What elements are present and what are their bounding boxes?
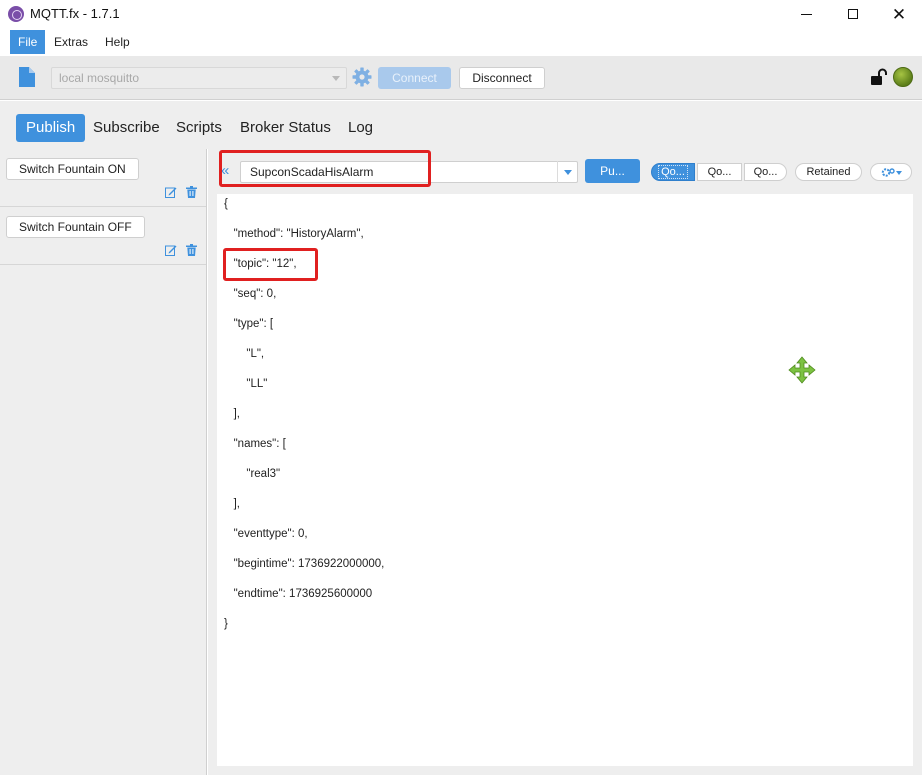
unlock-icon <box>871 68 887 85</box>
payload-line: "seq": 0, <box>224 288 277 300</box>
saved-publish-button[interactable]: Switch Fountain OFF <box>6 216 145 238</box>
connection-profile-value: local mosquitto <box>59 71 140 85</box>
annotation-highlight-topic-field <box>223 248 318 281</box>
publish-options-button[interactable] <box>870 163 912 181</box>
edit-icon[interactable] <box>165 244 177 256</box>
payload-line: "endtime": 1736925600000 <box>224 588 373 600</box>
tab-broker-status[interactable]: Broker Status <box>230 114 341 142</box>
list-item: Switch Fountain OFF <box>0 207 206 265</box>
disconnect-button[interactable]: Disconnect <box>459 67 545 89</box>
minimize-icon <box>800 13 812 15</box>
trash-icon[interactable] <box>186 186 197 198</box>
payload-line: { <box>224 198 228 210</box>
menu-file[interactable]: File <box>10 30 46 54</box>
connect-button[interactable]: Connect <box>378 67 451 89</box>
payload-editor[interactable]: { "method": "HistoryAlarm", "topic": "12… <box>217 194 913 766</box>
payload-line: "L", <box>224 348 265 360</box>
edit-icon[interactable] <box>165 186 177 198</box>
publish-button[interactable]: Pu... <box>585 159 640 183</box>
move-cursor-icon <box>788 356 816 384</box>
maximize-button[interactable] <box>830 0 876 28</box>
title-bar: MQTT.fx - 1.7.1 ✕ <box>0 0 922 28</box>
qos1-toggle[interactable]: Qo... <box>697 163 742 181</box>
menu-bar: File Extras Help <box>0 28 922 56</box>
payload-line: ], <box>224 408 240 420</box>
tab-scripts[interactable]: Scripts <box>166 114 232 142</box>
qos2-toggle[interactable]: Qo... <box>744 163 787 181</box>
main-tabs: Publish Subscribe Scripts Broker Status … <box>0 101 922 149</box>
payload-line: "begintime": 1736922000000, <box>224 558 385 570</box>
window-title: MQTT.fx - 1.7.1 <box>30 6 120 21</box>
tab-subscribe[interactable]: Subscribe <box>83 114 170 142</box>
payload-line: "eventtype": 0, <box>224 528 308 540</box>
list-item: Switch Fountain ON <box>0 149 206 207</box>
payload-line: "real3" <box>224 468 281 480</box>
close-button[interactable]: ✕ <box>876 0 922 28</box>
connection-profile-select[interactable]: local mosquitto <box>51 67 347 89</box>
gear-icon[interactable] <box>352 67 372 87</box>
topic-dropdown-button[interactable] <box>557 161 578 183</box>
qos0-toggle[interactable]: Qo... <box>651 163 695 181</box>
app-logo-icon <box>8 6 24 22</box>
payload-line: "method": "HistoryAlarm", <box>224 228 364 240</box>
trash-icon[interactable] <box>186 244 197 256</box>
annotation-highlight-topic <box>219 150 431 187</box>
menu-extras[interactable]: Extras <box>46 30 96 54</box>
payload-line: "LL" <box>224 378 268 390</box>
settings-dropdown-icon <box>881 168 902 177</box>
maximize-icon <box>848 9 858 19</box>
tab-log[interactable]: Log <box>338 114 383 142</box>
publish-panel: « SupconScadaHisAlarm Pu... Qo... Qo... … <box>208 149 922 775</box>
close-icon: ✕ <box>891 4 907 24</box>
saved-publishes-panel: Switch Fountain ON Switch Fountain OFF <box>0 149 207 775</box>
qos0-label: Qo... <box>658 165 688 179</box>
chevron-down-icon <box>332 76 340 81</box>
saved-publish-button[interactable]: Switch Fountain ON <box>6 158 139 180</box>
tab-publish[interactable]: Publish <box>16 114 86 142</box>
retained-toggle[interactable]: Retained <box>795 163 862 181</box>
payload-line: } <box>224 618 228 630</box>
connection-bar: local mosquitto Connect Disconnect <box>0 56 922 100</box>
payload-line: ], <box>224 498 240 510</box>
menu-help[interactable]: Help <box>97 30 138 54</box>
minimize-button[interactable] <box>783 0 829 28</box>
connection-status-indicator <box>893 67 913 87</box>
payload-line: "type": [ <box>224 318 274 330</box>
payload-line: "names": [ <box>224 438 286 450</box>
new-profile-icon[interactable] <box>18 66 36 88</box>
